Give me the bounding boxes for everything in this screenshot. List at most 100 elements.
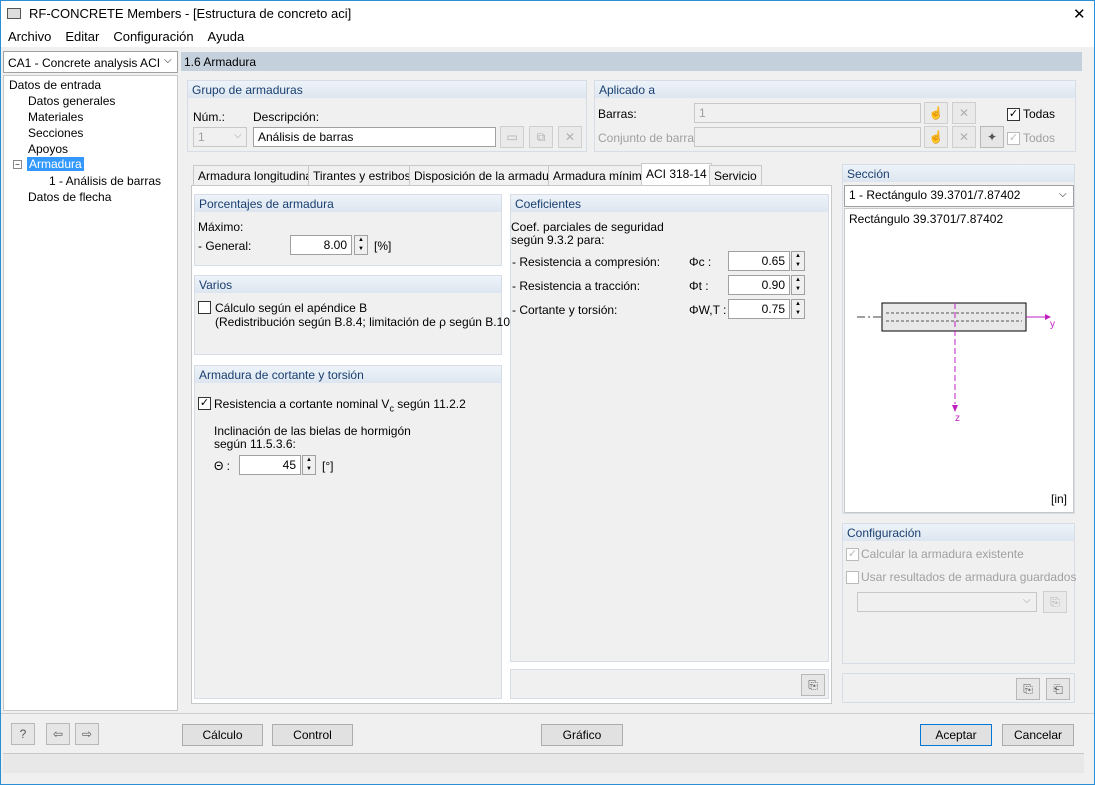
barras-input: 1 xyxy=(694,103,921,123)
navigator-tree: Datos de entrada Datos generales Materia… xyxy=(3,75,178,711)
menu-bar: Archivo Editar Configuración Ayuda xyxy=(1,27,1094,47)
resistencia-suffix: según 11.2.2 xyxy=(393,397,466,411)
menu-ayuda[interactable]: Ayuda xyxy=(201,27,252,46)
porcentajes-header: Porcentajes de armadura xyxy=(195,195,501,212)
pick-barras-icon: ☝ xyxy=(924,102,948,124)
theta-unit: [°] xyxy=(322,459,334,473)
phi-c-spinner[interactable]: ▲ ▼ xyxy=(791,251,805,271)
new-conjunto-icon[interactable]: ✦ xyxy=(980,126,1004,148)
import-icon[interactable]: ⎘ xyxy=(1016,678,1040,700)
general-unit: [%] xyxy=(374,239,392,253)
seccion-select-value: 1 - Rectángulo 39.3701/7.87402 xyxy=(849,188,1021,202)
title-bar: RF-CONCRETE Members - [Estructura de con… xyxy=(1,1,1094,27)
tree-item-datos-generales[interactable]: Datos generales xyxy=(28,94,115,108)
page-title: 1.6 Armadura xyxy=(184,55,257,69)
cortante-header: Armadura de cortante y torsión xyxy=(195,366,501,383)
cancelar-button[interactable]: Cancelar xyxy=(1002,724,1074,746)
inclinacion-sub-label: según 11.5.3.6: xyxy=(214,437,296,451)
axis-y-label: y xyxy=(1050,319,1055,330)
tab-armadura-minima[interactable]: Armadura mínima xyxy=(548,165,654,185)
phi-wt-value: 0.75 xyxy=(761,302,785,316)
num-label: Núm.: xyxy=(193,110,226,124)
menu-archivo[interactable]: Archivo xyxy=(1,27,58,46)
num-value: 1 xyxy=(198,130,205,144)
apendice-b-checkbox[interactable] xyxy=(198,301,211,314)
phi-t-symbol: Φt : xyxy=(689,279,709,293)
apendice-b-detail: (Redistribución según B.8.4; limitación … xyxy=(215,315,524,329)
page-header: 1.6 Armadura xyxy=(181,52,1082,71)
seccion-select[interactable]: 1 - Rectángulo 39.3701/7.87402 ⌵ xyxy=(844,185,1074,207)
desc-input[interactable]: Análisis de barras xyxy=(253,127,496,147)
tab-armadura-longitudinal[interactable]: Armadura longitudinal xyxy=(193,165,320,185)
configuracion-header: Configuración xyxy=(843,524,1074,541)
previous-icon[interactable]: ⇦ xyxy=(46,723,70,745)
usar-resultados-label: Usar resultados de armadura guardados xyxy=(861,570,1077,584)
aceptar-button[interactable]: Aceptar xyxy=(920,724,992,746)
seccion-footer: ⎘ ⎗ xyxy=(842,673,1075,703)
configuracion-group: Configuración ✓ Calcular la armadura exi… xyxy=(842,523,1077,664)
todas-label: Todas xyxy=(1023,107,1056,121)
phi-c-input[interactable]: 0.65 xyxy=(728,251,790,271)
grafico-button[interactable]: Gráfico xyxy=(541,724,623,746)
defaults-icon[interactable]: ⎘ xyxy=(801,674,825,696)
aplicado-header: Aplicado a xyxy=(595,81,1075,98)
tree-item-armadura[interactable]: Armadura xyxy=(27,157,84,171)
resultados-icon: ⎘ xyxy=(1043,591,1067,613)
section-preview: Rectángulo 39.3701/7.87402 y z [in] xyxy=(844,208,1074,513)
tab-servicio[interactable]: Servicio xyxy=(709,165,762,185)
varios-header: Varios xyxy=(195,276,501,293)
coef-footer: ⎘ xyxy=(510,669,829,699)
close-icon[interactable]: ✕ xyxy=(1073,5,1086,23)
case-select[interactable]: CA1 - Concrete analysis ACI ⌵ xyxy=(3,51,178,73)
usar-resultados-checkbox xyxy=(846,571,859,584)
theta-value: 45 xyxy=(282,458,296,472)
tree-item-secciones[interactable]: Secciones xyxy=(28,126,83,140)
todas-checkbox[interactable]: ✓ xyxy=(1007,108,1020,121)
resistencia-checkbox[interactable]: ✓ xyxy=(198,397,211,410)
coef-line2: según 9.3.2 para: xyxy=(511,233,605,247)
tree-item-datos-flecha[interactable]: Datos de flecha xyxy=(28,190,111,204)
chevron-down-icon: ⌵ xyxy=(234,130,242,141)
general-input[interactable]: 8.00 xyxy=(290,235,352,255)
help-icon[interactable]: ? xyxy=(11,723,35,745)
phi-t-spinner[interactable]: ▲ ▼ xyxy=(791,275,805,295)
theta-spinner[interactable]: ▲ ▼ xyxy=(302,455,316,475)
window-title: RF-CONCRETE Members - [Estructura de con… xyxy=(29,6,352,21)
tab-disposicion[interactable]: Disposición de la armadura xyxy=(409,165,565,185)
next-icon[interactable]: ⇨ xyxy=(75,723,99,745)
todos-checkbox: ✓ xyxy=(1007,132,1020,145)
delete-group-icon: ✕ xyxy=(558,126,582,148)
resistencia-text: Resistencia a cortante nominal V xyxy=(214,397,390,411)
phi-wt-spinner[interactable]: ▲ ▼ xyxy=(791,299,805,319)
calcular-checkbox: ✓ xyxy=(846,548,859,561)
control-button[interactable]: Control xyxy=(272,724,353,746)
conjunto-input xyxy=(694,127,921,147)
tree-root[interactable]: Datos de entrada xyxy=(9,78,101,92)
general-spinner[interactable]: ▲ ▼ xyxy=(354,235,368,255)
phi-wt-input[interactable]: 0.75 xyxy=(728,299,790,319)
porcentajes-group: Porcentajes de armadura Máximo: - Genera… xyxy=(194,194,502,266)
export-icon[interactable]: ⎗ xyxy=(1046,678,1070,700)
compresion-label: - Resistencia a compresión: xyxy=(512,255,661,269)
phi-t-value: 0.90 xyxy=(761,278,785,292)
theta-input[interactable]: 45 xyxy=(239,455,301,475)
section-drawing xyxy=(857,302,1051,412)
coeficientes-header: Coeficientes xyxy=(511,195,828,212)
pick-conjunto-icon: ☝ xyxy=(924,126,948,148)
todos-label: Todos xyxy=(1023,131,1056,145)
tree-item-apoyos[interactable]: Apoyos xyxy=(28,142,68,156)
phi-t-input[interactable]: 0.90 xyxy=(728,275,790,295)
tree-item-materiales[interactable]: Materiales xyxy=(28,110,83,124)
cortante-torsion-label: - Cortante y torsión: xyxy=(512,303,618,317)
tab-tirantes-estribos[interactable]: Tirantes y estribos xyxy=(308,165,416,185)
collapse-icon[interactable]: − xyxy=(13,160,22,169)
menu-editar[interactable]: Editar xyxy=(58,27,106,46)
calculo-button[interactable]: Cálculo xyxy=(182,724,263,746)
new-group-icon: ▭ xyxy=(500,126,524,148)
general-value: 8.00 xyxy=(323,238,347,252)
chevron-down-icon: ⌵ xyxy=(1023,595,1031,606)
tree-item-analisis-barras[interactable]: 1 - Análisis de barras xyxy=(49,174,161,188)
tab-aci[interactable]: ACI 318-14 xyxy=(641,163,712,186)
coef-line1: Coef. parciales de seguridad xyxy=(511,220,664,234)
menu-configuracion[interactable]: Configuración xyxy=(106,27,200,46)
